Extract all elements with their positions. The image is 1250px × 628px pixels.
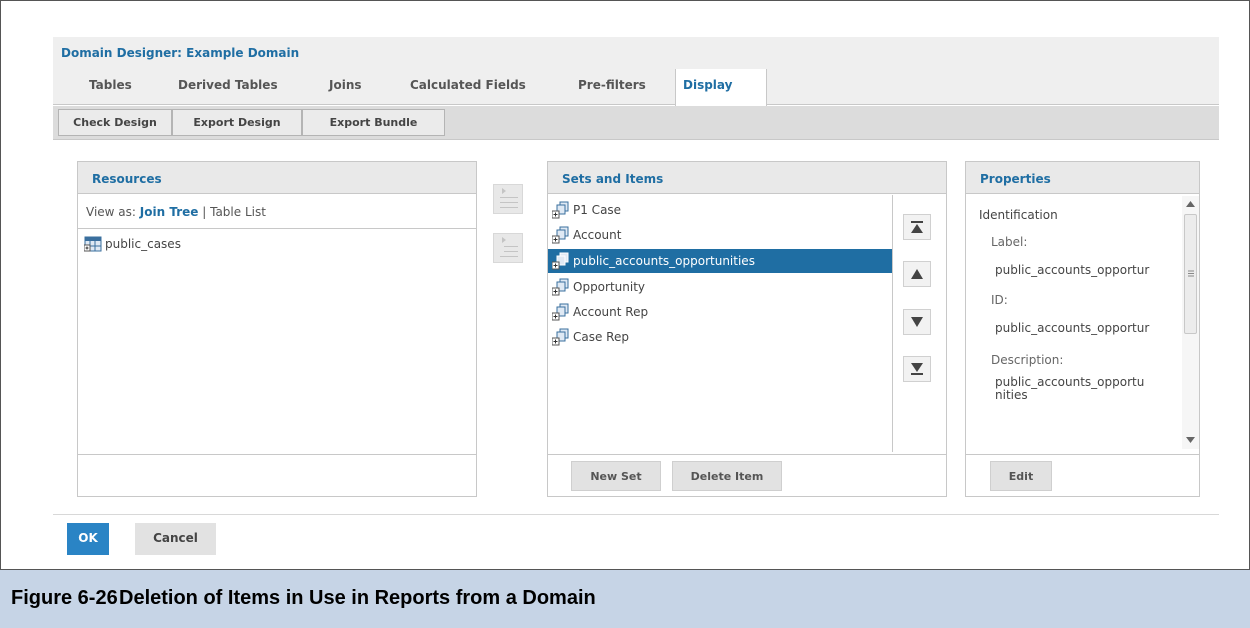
- join-tree-link[interactable]: Join Tree: [140, 205, 199, 219]
- tab-tables[interactable]: Tables: [89, 69, 132, 105]
- figure-frame: Domain Designer: Example Domain Tables D…: [0, 0, 1250, 628]
- set-icon: [551, 252, 570, 270]
- move-up-button[interactable]: [903, 261, 931, 287]
- export-design-button[interactable]: Export Design: [172, 109, 302, 136]
- set-item-account[interactable]: Account: [551, 224, 892, 246]
- new-set-button[interactable]: New Set: [571, 461, 661, 491]
- properties-scrollbar[interactable]: [1182, 196, 1199, 449]
- footer-divider: [53, 514, 1219, 515]
- tab-pre-filters[interactable]: Pre-filters: [578, 69, 646, 105]
- resources-panel: Resources View as: Join Tree | Table Lis…: [77, 161, 477, 497]
- set-item-label: Case Rep: [573, 330, 629, 344]
- set-item-label: Opportunity: [573, 280, 646, 294]
- move-to-bottom-icon: [911, 363, 923, 375]
- toolbar: Check Design Export Design Export Bundle: [53, 106, 1219, 140]
- resources-panel-title: Resources: [78, 162, 476, 194]
- figure-caption-text: Deletion of Items in Use in Reports from…: [119, 587, 596, 609]
- move-down-icon: [911, 317, 923, 327]
- tab-bar: Tables Derived Tables Joins Calculated F…: [53, 69, 1219, 106]
- set-item-label: P1 Case: [573, 203, 622, 217]
- properties-panel-title: Properties: [966, 162, 1199, 194]
- set-item-label: Account: [573, 228, 622, 242]
- properties-section-title: Identification: [979, 208, 1058, 222]
- resources-panel-footer: [78, 454, 476, 496]
- export-bundle-button[interactable]: Export Bundle: [302, 109, 445, 136]
- set-icon: [551, 226, 570, 244]
- tab-calculated-fields[interactable]: Calculated Fields: [410, 69, 526, 105]
- set-icon: [551, 201, 570, 219]
- set-item-p1-case[interactable]: P1 Case: [551, 199, 892, 221]
- properties-footer: Edit: [966, 454, 1199, 496]
- id-field-label: ID:: [991, 293, 1008, 307]
- sets-and-items-footer: New Set Delete Item: [548, 454, 946, 496]
- move-up-icon: [911, 269, 923, 279]
- view-as-label: View as:: [86, 205, 136, 219]
- arrow-right-icon: [502, 237, 506, 243]
- figure-caption: Figure 6-26Deletion of Items in Use in R…: [0, 569, 1250, 628]
- cancel-button[interactable]: Cancel: [135, 523, 216, 555]
- table-icon: [83, 235, 102, 253]
- resource-item-public-cases[interactable]: public_cases: [83, 233, 181, 255]
- delete-item-button[interactable]: Delete Item: [672, 461, 782, 491]
- scroll-down-icon: [1186, 437, 1195, 443]
- set-icon: [551, 328, 570, 346]
- resource-item-label: public_cases: [105, 237, 181, 251]
- arrow-right-icon: [502, 188, 506, 194]
- id-field-value: public_accounts_opportur: [995, 321, 1150, 335]
- description-field-label: Description:: [991, 353, 1064, 367]
- view-as-bar: View as: Join Tree | Table List: [78, 195, 476, 229]
- edit-button[interactable]: Edit: [990, 461, 1052, 491]
- description-field-value-line1: public_accounts_opportu: [995, 375, 1145, 389]
- move-to-top-button[interactable]: [903, 214, 931, 240]
- tab-joins[interactable]: Joins: [329, 69, 362, 105]
- set-item-account-rep[interactable]: Account Rep: [551, 301, 892, 323]
- set-item-opportunity[interactable]: Opportunity: [551, 276, 892, 298]
- description-field-value-line2: nities: [995, 388, 1028, 402]
- scroll-up-icon: [1186, 201, 1195, 207]
- reorder-column-divider: [892, 195, 893, 452]
- ok-button[interactable]: OK: [67, 523, 109, 555]
- move-to-top-icon: [911, 221, 923, 233]
- move-down-button[interactable]: [903, 309, 931, 335]
- set-item-public-accounts-opportunities[interactable]: public_accounts_opportunities: [548, 249, 892, 273]
- set-item-label: Account Rep: [573, 305, 649, 319]
- add-to-sets-as-set-button[interactable]: [493, 233, 523, 263]
- sets-and-items-panel: Sets and Items P1 Case Account public_ac…: [547, 161, 947, 497]
- label-field-label: Label:: [991, 235, 1028, 249]
- tab-display[interactable]: Display: [675, 69, 767, 106]
- label-field-value: public_accounts_opportur: [995, 263, 1150, 277]
- set-item-case-rep[interactable]: Case Rep: [551, 326, 892, 348]
- table-list-link[interactable]: Table List: [210, 205, 266, 219]
- tab-derived-tables[interactable]: Derived Tables: [178, 69, 278, 105]
- figure-number: Figure 6-26: [11, 587, 118, 609]
- view-as-separator: |: [202, 205, 207, 219]
- properties-panel: Properties Identification Label: public_…: [965, 161, 1200, 497]
- set-icon: [551, 278, 570, 296]
- scrollbar-thumb[interactable]: [1184, 214, 1197, 334]
- check-design-button[interactable]: Check Design: [58, 109, 172, 136]
- add-to-sets-button[interactable]: [493, 184, 523, 214]
- sets-and-items-panel-title: Sets and Items: [548, 162, 946, 194]
- set-icon: [551, 303, 570, 321]
- designer-title: Domain Designer: Example Domain: [53, 37, 1219, 69]
- set-item-label: public_accounts_opportunities: [573, 254, 755, 268]
- move-to-bottom-button[interactable]: [903, 356, 931, 382]
